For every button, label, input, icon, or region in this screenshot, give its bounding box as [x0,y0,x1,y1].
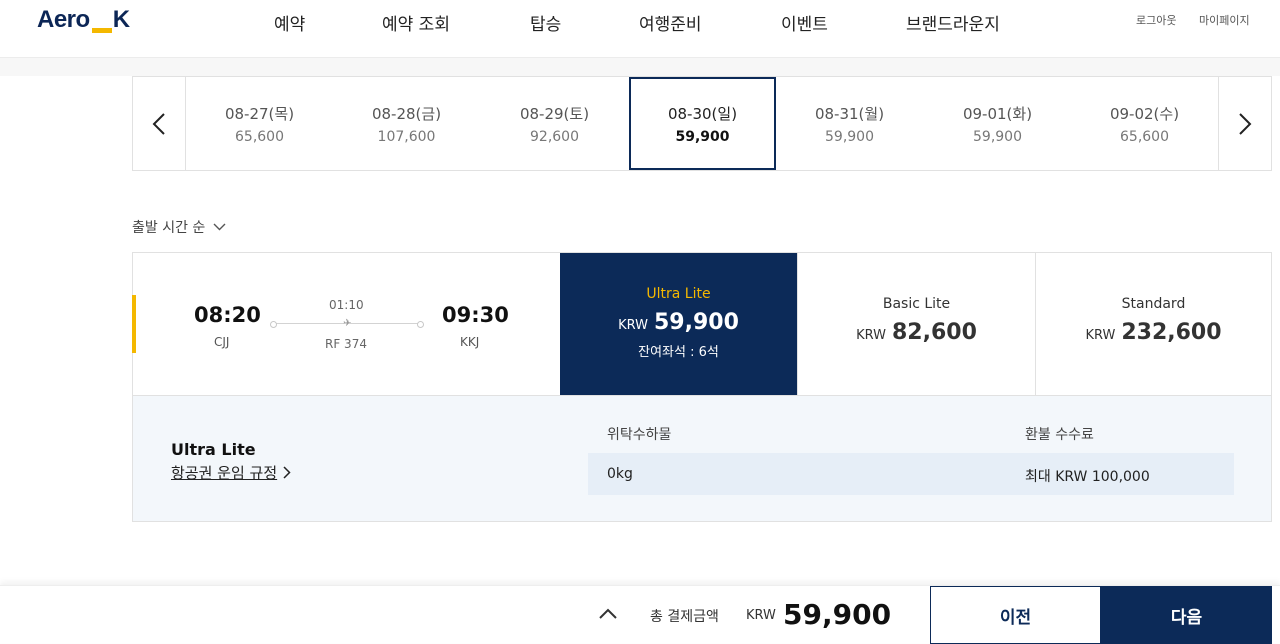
nav-events[interactable]: 이벤트 [781,10,828,35]
refund-value: 최대 KRW 100,000 [1025,469,1150,485]
chevron-right-icon [283,466,291,479]
fare-name: Standard [1121,296,1186,312]
fare-detail-panel: Ultra Lite 항공권 운임 규정 위탁수하물 환불 수수료 0kg 최대… [132,396,1272,522]
nav-travel-prep[interactable]: 여행준비 [639,10,702,35]
date-option[interactable]: 08-28(금) 107,600 [333,77,480,170]
logo-text-right: K [112,6,130,33]
date-option[interactable]: 08-31(월) 59,900 [776,77,923,170]
logo-dash [91,28,112,33]
departure-airport: CJJ [214,335,230,349]
total-label: 총 결제금액 [650,609,719,625]
flight-number: RF 374 [325,337,367,351]
nav-boarding[interactable]: 탑승 [530,10,561,35]
date-label: 08-28(금) [371,105,442,123]
nav-booking-lookup[interactable]: 예약 조회 [382,10,450,35]
date-label: 08-27(목) [224,105,295,123]
fare-rules-label: 항공권 운임 규정 [171,464,278,482]
arrival-time: 09:30 [442,303,509,327]
header-divider-strip [0,58,1280,76]
fare-price: 59,900 [653,310,739,335]
prev-button[interactable]: 이전 [930,586,1101,644]
date-price: 59,900 [675,129,730,145]
date-price: 65,600 [1120,129,1169,145]
mypage-link[interactable]: 마이페이지 [1199,12,1250,28]
fare-name: Ultra Lite [646,286,711,302]
plane-icon: ✈ [343,318,352,329]
fare-price: 82,600 [891,320,977,345]
flight-card: 08:20 CJJ 01:10 ✈ RF 374 09:30 KKJ Ultra… [132,252,1272,396]
date-label: 09-01(화) [962,105,1033,123]
fare-basic-lite[interactable]: Basic Lite KRW 82,600 [797,253,1035,395]
sort-dropdown[interactable]: 출발 시간 순 [132,217,226,237]
date-label: 08-30(일) [667,105,738,123]
arrival-airport: KKJ [460,335,480,349]
next-button[interactable]: 다음 [1101,586,1272,644]
date-price: 65,600 [235,129,284,145]
route-line: ✈ [270,318,424,329]
chevron-up-icon[interactable] [598,608,618,620]
sort-label: 출발 시간 순 [132,220,206,236]
chevron-right-icon [1239,112,1252,135]
date-label: 08-31(월) [814,105,885,123]
fare-standard[interactable]: Standard KRW 232,600 [1035,253,1271,395]
date-option[interactable]: 09-01(화) 59,900 [924,77,1071,170]
nav-brand-lounge[interactable]: 브랜드라운지 [906,10,1000,35]
date-option[interactable]: 09-02(수) 65,600 [1071,77,1218,170]
date-label: 08-29(토) [519,105,590,123]
total-amount: 59,900 [783,598,892,631]
date-option[interactable]: 08-29(토) 92,600 [481,77,628,170]
total-currency: KRW [746,608,776,623]
chevron-left-icon [152,112,165,135]
aerok-logo[interactable]: Aero K [37,6,130,34]
fare-currency: KRW [618,318,648,333]
logout-link[interactable]: 로그아웃 [1136,12,1176,28]
date-label: 09-02(수) [1109,105,1180,123]
payment-bar: 총 결제금액 KRW 59,900 이전 다음 [0,585,1280,644]
site-header: Aero K 예약 예약 조회 탑승 여행준비 이벤트 브랜드라운지 로그아웃 마… [0,0,1280,58]
date-price: 59,900 [973,129,1022,145]
detail-fare-name: Ultra Lite [171,440,256,459]
date-price: 107,600 [377,129,436,145]
selected-marker [132,295,136,353]
departure-time: 08:20 [194,303,261,327]
fare-price: 232,600 [1121,320,1222,345]
date-price: 92,600 [530,129,579,145]
chevron-down-icon [213,223,226,231]
fare-name: Basic Lite [882,296,951,312]
date-price: 59,900 [825,129,874,145]
seats-remaining: 잔여좌석 : 6석 [638,345,719,360]
fare-ultra-lite[interactable]: Ultra Lite KRW 59,900 잔여좌석 : 6석 [560,253,797,395]
baggage-value: 0kg [607,466,633,482]
prev-dates-button[interactable] [133,77,186,170]
next-dates-button[interactable] [1218,77,1271,170]
fare-currency: KRW [1085,328,1116,343]
logo-text-left: Aero [37,6,90,33]
nav-booking[interactable]: 예약 [274,10,305,35]
baggage-header: 위탁수하물 [607,427,672,443]
fare-rules-link[interactable]: 항공권 운임 규정 [171,462,291,483]
date-carousel: 08-27(목) 65,600 08-28(금) 107,600 08-29(토… [132,76,1272,171]
fare-currency: KRW [856,328,886,343]
refund-header: 환불 수수료 [1025,427,1094,443]
date-option[interactable]: 08-27(목) 65,600 [186,77,333,170]
date-option-selected[interactable]: 08-30(일) 59,900 [629,77,776,170]
flight-duration: 01:10 [329,298,364,312]
